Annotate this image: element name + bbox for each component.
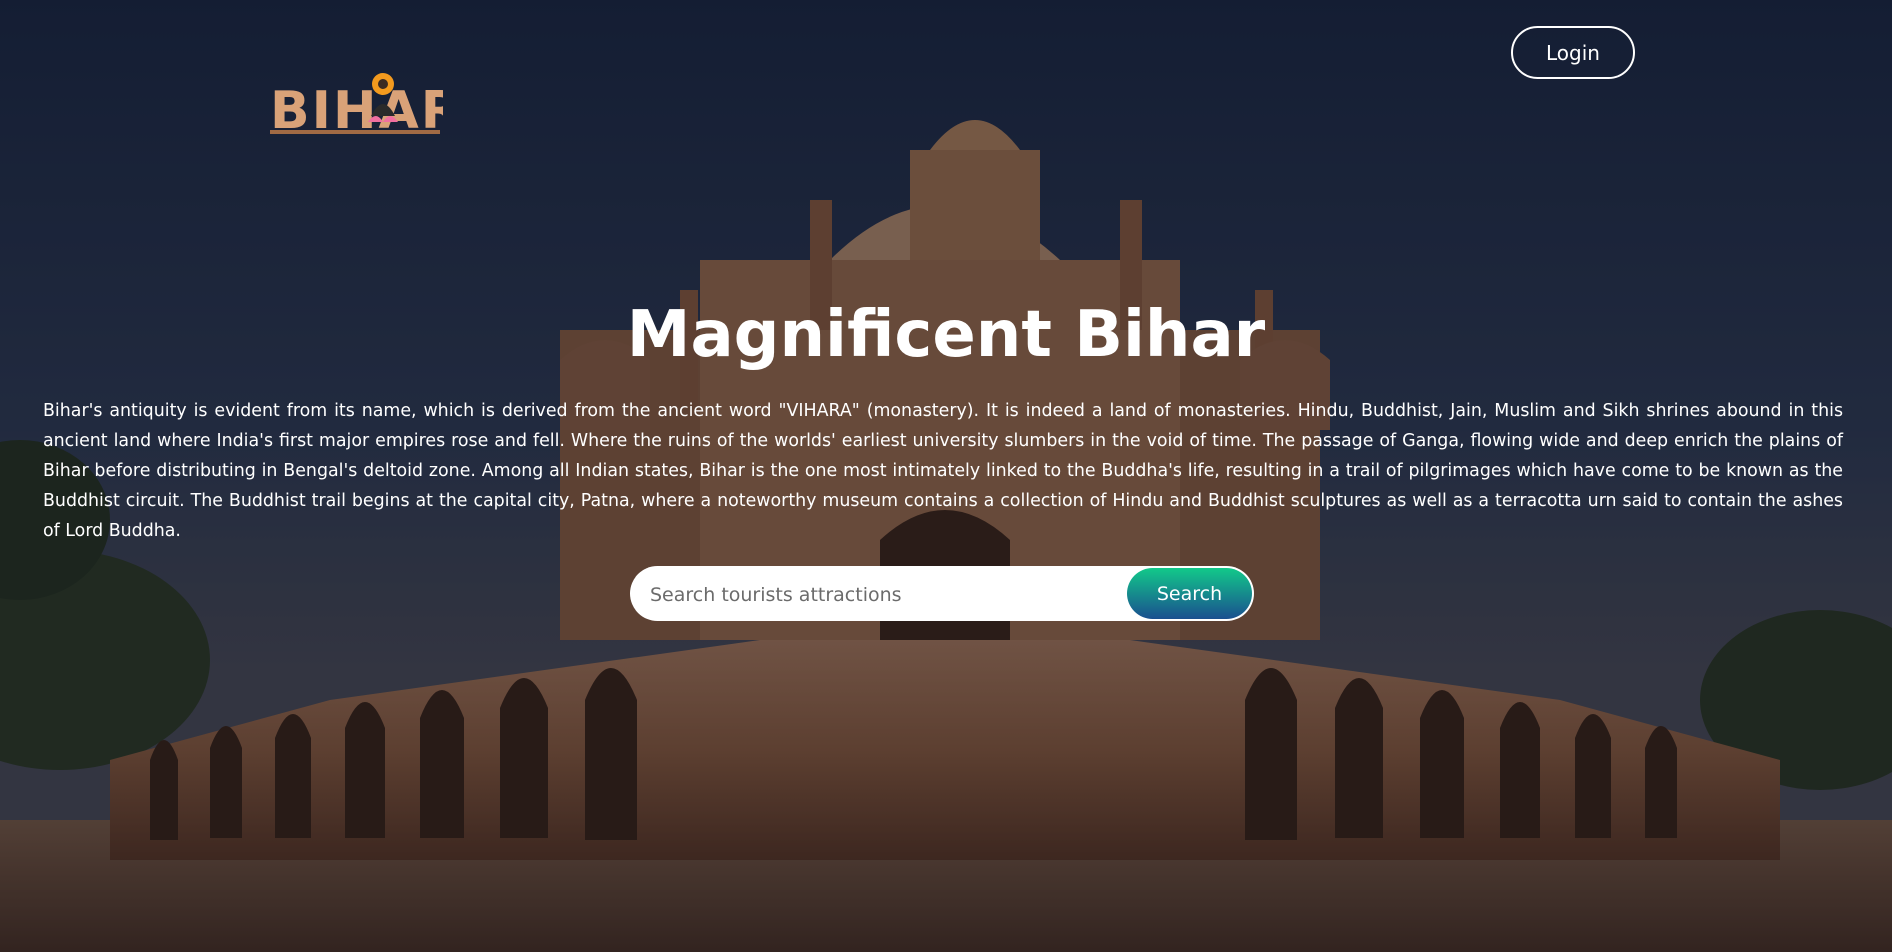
- bihar-logo[interactable]: BIHAR: [268, 72, 443, 136]
- page-title: Magnificent Bihar: [626, 298, 1266, 372]
- logo-text: BIHAR: [270, 81, 443, 136]
- hero-section: BIHAR Login Magnificent Bihar Bihar's an…: [0, 0, 1892, 952]
- hero-description: Bihar's antiquity is evident from its na…: [43, 401, 1843, 541]
- search-bar: Search: [630, 566, 1254, 621]
- login-button[interactable]: Login: [1511, 26, 1635, 79]
- search-button[interactable]: Search: [1127, 568, 1252, 619]
- search-input[interactable]: [648, 566, 1132, 621]
